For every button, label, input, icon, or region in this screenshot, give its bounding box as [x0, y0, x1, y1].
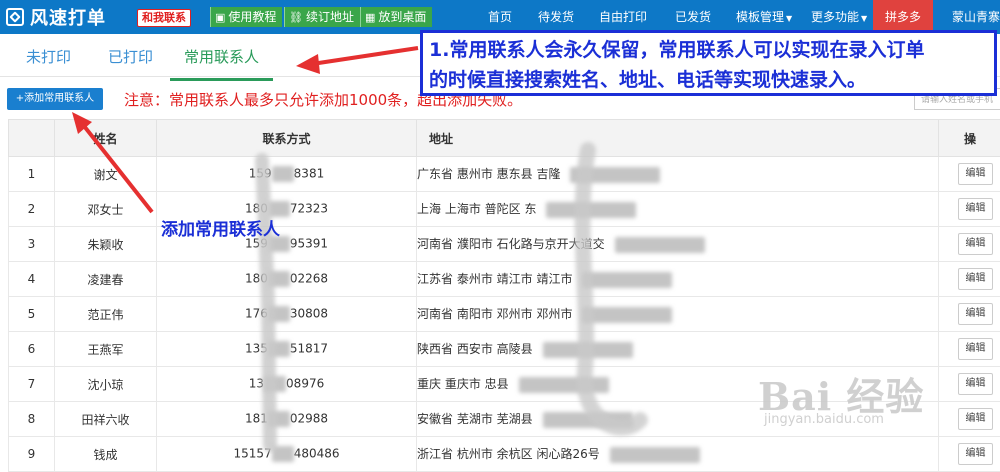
callout-line-2: 的时候直接搜索姓名、地址、电话等实现快速录入。	[429, 65, 994, 95]
callout-line-1: 1.常用联系人会永久保留，常用联系人可以实现在录入订单	[429, 35, 994, 65]
add-contact-annotation: 添加常用联系人	[161, 215, 280, 240]
baidu-watermark: Bai 经验 jingyan.baidu.com	[758, 366, 958, 430]
callout-box: 1.常用联系人会永久保留，常用联系人可以实现在录入订单 的时候直接搜索姓名、地址…	[420, 30, 997, 96]
watermark-url: jingyan.baidu.com	[764, 412, 884, 427]
